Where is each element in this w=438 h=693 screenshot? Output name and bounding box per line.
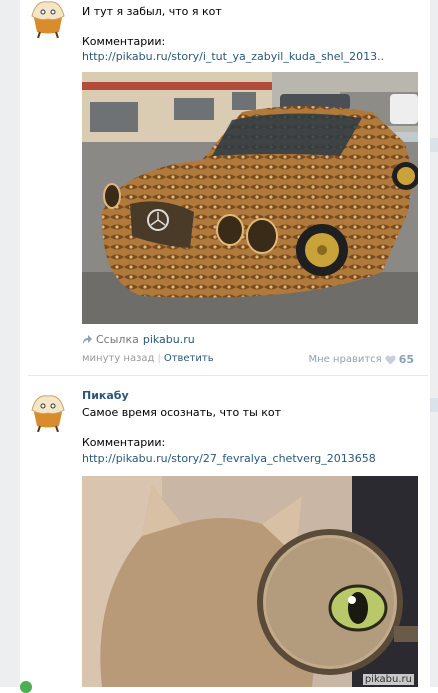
post-avatar[interactable] (26, 388, 70, 433)
cupcake-avatar-icon (31, 1, 65, 39)
post-avatar[interactable] (26, 0, 70, 39)
source-link-row[interactable]: Ссылка pikabu.ru (82, 333, 195, 346)
comments-link[interactable]: http://pikabu.ru/story/27_fevralya_chetv… (82, 452, 376, 465)
post-divider (28, 375, 428, 376)
post-text: И тут я забыл, что я кот (82, 5, 222, 18)
comments-label: Комментарии: (82, 436, 166, 449)
right-gutter (430, 0, 438, 687)
right-stripe (430, 138, 438, 152)
heart-icon (385, 355, 396, 364)
left-gutter (0, 0, 20, 687)
source-prefix: Ссылка (96, 333, 139, 346)
meta-separator: | (157, 353, 161, 364)
post-image-car[interactable] (82, 72, 418, 324)
cupcake-avatar-icon (31, 395, 65, 433)
post-image-cat[interactable]: pikabu.ru (82, 476, 418, 687)
source-domain-link[interactable]: pikabu.ru (143, 333, 195, 346)
reply-button[interactable]: Ответить (164, 353, 214, 364)
comments-label: Комментарии: (82, 35, 166, 48)
status-indicator-icon (20, 681, 32, 693)
like-label: Мне нравится (308, 354, 382, 365)
cat-magnifier-image (82, 476, 418, 687)
post-time[interactable]: минуту назад (82, 353, 154, 364)
post-author-link[interactable]: Пикабу (82, 389, 129, 402)
post-meta-row: минуту назад | Ответить Мне нравится 65 (82, 353, 414, 366)
snakeskin-car-image (82, 72, 418, 324)
post-text: Самое время осознать, что ты кот (82, 406, 282, 419)
like-button[interactable]: Мне нравится 65 (308, 353, 414, 366)
comments-link[interactable]: http://pikabu.ru/story/i_tut_ya_zabyil_k… (82, 50, 384, 63)
news-feed: И тут я забыл, что я кот Комментарии: ht… (20, 0, 430, 687)
share-arrow-icon (83, 335, 92, 344)
watermark: pikabu.ru (362, 674, 414, 685)
like-count: 65 (398, 353, 414, 366)
right-stripe (430, 398, 438, 412)
